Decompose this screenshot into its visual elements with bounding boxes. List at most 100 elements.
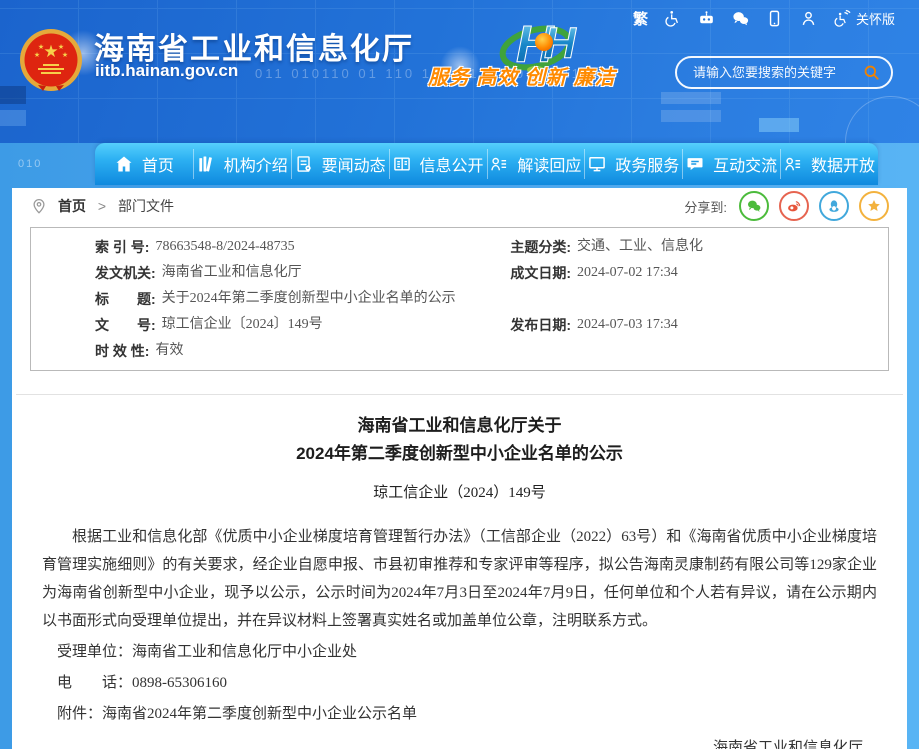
nav-label: 数据开放 [811,152,875,176]
binary-digits-decoration: 010 [18,158,42,170]
panel-decoration [661,92,721,104]
nav-item-government-services[interactable]: 政务服务 [584,143,682,185]
meta-label: 文 号: [95,312,156,338]
panel-decoration [759,118,799,132]
acceptor-line: 受理单位：海南省工业和信息化厅中小企业处 [42,638,877,666]
meta-row: 发布日期:2024-07-03 17:34 [502,312,888,338]
nav-item-open-data[interactable]: 数据开放 [780,143,878,185]
svg-text:★: ★ [38,43,44,51]
search-magnifier-icon[interactable] [862,63,881,82]
meta-value: 2024-07-02 17:34 [577,260,678,286]
svg-text:★: ★ [43,42,58,61]
breadcrumb-row: 首页 > 部门文件 分享到: [12,188,907,224]
nav-label: 互动交流 [713,152,777,176]
nav-item-information-disclosure[interactable]: 信息公开 [389,143,487,185]
section-divider [16,394,903,395]
article-title: 海南省工业和信息化厅关于 2024年第二季度创新型中小企业名单的公示 [42,412,877,468]
document-meta-table: 索 引 号:78663548-8/2024-48735 主题分类:交通、工业、信… [30,227,889,371]
search-input[interactable] [691,64,862,81]
monitor-icon [587,154,607,174]
nav-item-interaction[interactable]: 互动交流 [682,143,780,185]
meta-value: 琼工信企业〔2024〕149号 [162,312,323,338]
breadcrumb: 首页 > 部门文件 [58,196,174,216]
meta-row: 标 题:关于2024年第二季度创新型中小企业名单的公示 [31,286,502,312]
meta-value: 有效 [155,338,183,364]
meta-label: 发文机关: [95,260,156,286]
site-header: ★ ★ ★ ★ ★ 海南省工业和信息化厅 iitb.hainan.gov.cn … [0,0,919,143]
breadcrumb-separator: > [98,198,106,214]
nav-item-home[interactable]: 首页 [95,143,193,185]
nav-item-organization[interactable]: 机构介绍 [193,143,291,185]
svg-text:★: ★ [34,51,40,59]
svg-text:★: ★ [62,51,68,59]
meta-value: 海南省工业和信息化厅 [162,260,302,286]
robot-assistant-icon[interactable] [697,9,716,28]
meta-row: 发文机关:海南省工业和信息化厅 [31,260,502,286]
attachment-link[interactable]: 附件：海南省2024年第二季度创新型中小企业公示名单 [42,700,877,728]
star-icon [866,198,882,214]
share-bar: 分享到: [684,191,889,221]
chat-icon [685,154,705,174]
content-card: 首页 > 部门文件 分享到: 索 引 号:78663548-8/2024-487… [12,188,907,749]
person-lines-icon [783,154,803,174]
wechat-icon[interactable] [731,9,750,28]
scrollbar[interactable] [907,188,919,749]
nav-label: 信息公开 [420,152,484,176]
qq-icon [826,198,842,214]
document-gear-icon [294,154,314,174]
wechat-icon [746,198,762,214]
location-pin-icon [30,197,48,215]
breadcrumb-home[interactable]: 首页 [58,198,86,214]
page: ★ ★ ★ ★ ★ 海南省工业和信息化厅 iitb.hainan.gov.cn … [0,0,919,749]
nav-label: 要闻动态 [322,152,386,176]
nav-item-news[interactable]: 要闻动态 [291,143,389,185]
nav-item-interpretation[interactable]: 解读回应 [487,143,585,185]
share-wechat-button[interactable] [739,191,769,221]
meta-row: 成文日期:2024-07-02 17:34 [502,260,888,286]
newspaper-icon [392,154,412,174]
share-favorite-button[interactable] [859,191,889,221]
panel-decoration [661,110,721,122]
meta-value: 78663548-8/2024-48735 [155,234,294,260]
site-url: iitb.hainan.gov.cn [95,61,238,81]
article: 海南省工业和信息化厅关于 2024年第二季度创新型中小企业名单的公示 琼工信企业… [12,412,907,749]
share-weibo-button[interactable] [779,191,809,221]
care-wheelchair-icon [833,9,852,28]
share-label: 分享到: [684,197,727,216]
traditional-chinese-toggle[interactable]: 繁 [633,8,648,29]
meta-label: 索 引 号: [95,234,149,260]
mobile-version-icon[interactable] [765,9,784,28]
article-body: 根据工业和信息化部《优质中小企业梯度培育管理暂行办法》（工信部企业（2022）6… [42,523,877,635]
meta-value: 2024-07-03 17:34 [577,312,678,338]
meta-label: 标 题: [95,286,156,312]
nav-label: 解读回应 [517,152,581,176]
meta-label: 发布日期: [510,312,571,338]
care-version-link[interactable]: 关怀版 [833,9,895,28]
main-navigation: 首页 机构介绍 要闻动态 信息公开 解读回应 政务服务 互动交流 数据开放 [95,143,878,185]
site-search-box [675,56,893,89]
meta-label: 时 效 性: [95,338,149,364]
article-title-line2: 2024年第二季度创新型中小企业名单的公示 [42,440,877,468]
article-title-line1: 海南省工业和信息化厅关于 [42,412,877,440]
meta-row [502,338,888,364]
quick-links-bar: 繁 关怀版 [633,8,895,29]
meta-row: 主题分类:交通、工业、信息化 [502,234,888,260]
meta-label: 成文日期: [510,260,571,286]
meta-row: 索 引 号:78663548-8/2024-48735 [31,234,502,260]
svg-text:★: ★ [58,43,64,51]
signature-org: 海南省工业和信息化厅 [42,734,863,749]
share-qq-button[interactable] [819,191,849,221]
meta-value: 关于2024年第二季度创新型中小企业名单的公示 [162,286,456,312]
weibo-icon [786,198,802,214]
meta-label: 主题分类: [510,234,571,260]
nav-label: 首页 [142,152,174,176]
breadcrumb-current[interactable]: 部门文件 [118,198,174,214]
user-account-icon[interactable] [799,9,818,28]
person-lines-icon [489,154,509,174]
accessibility-wheelchair-icon[interactable] [663,9,682,28]
nav-label: 政务服务 [615,152,679,176]
meta-row [502,286,888,312]
article-paragraph: 根据工业和信息化部《优质中小企业梯度培育管理暂行办法》（工信部企业（2022）6… [42,523,877,635]
phone-line: 电 话：0898-65306160 [42,669,877,697]
care-version-label: 关怀版 [856,9,895,28]
